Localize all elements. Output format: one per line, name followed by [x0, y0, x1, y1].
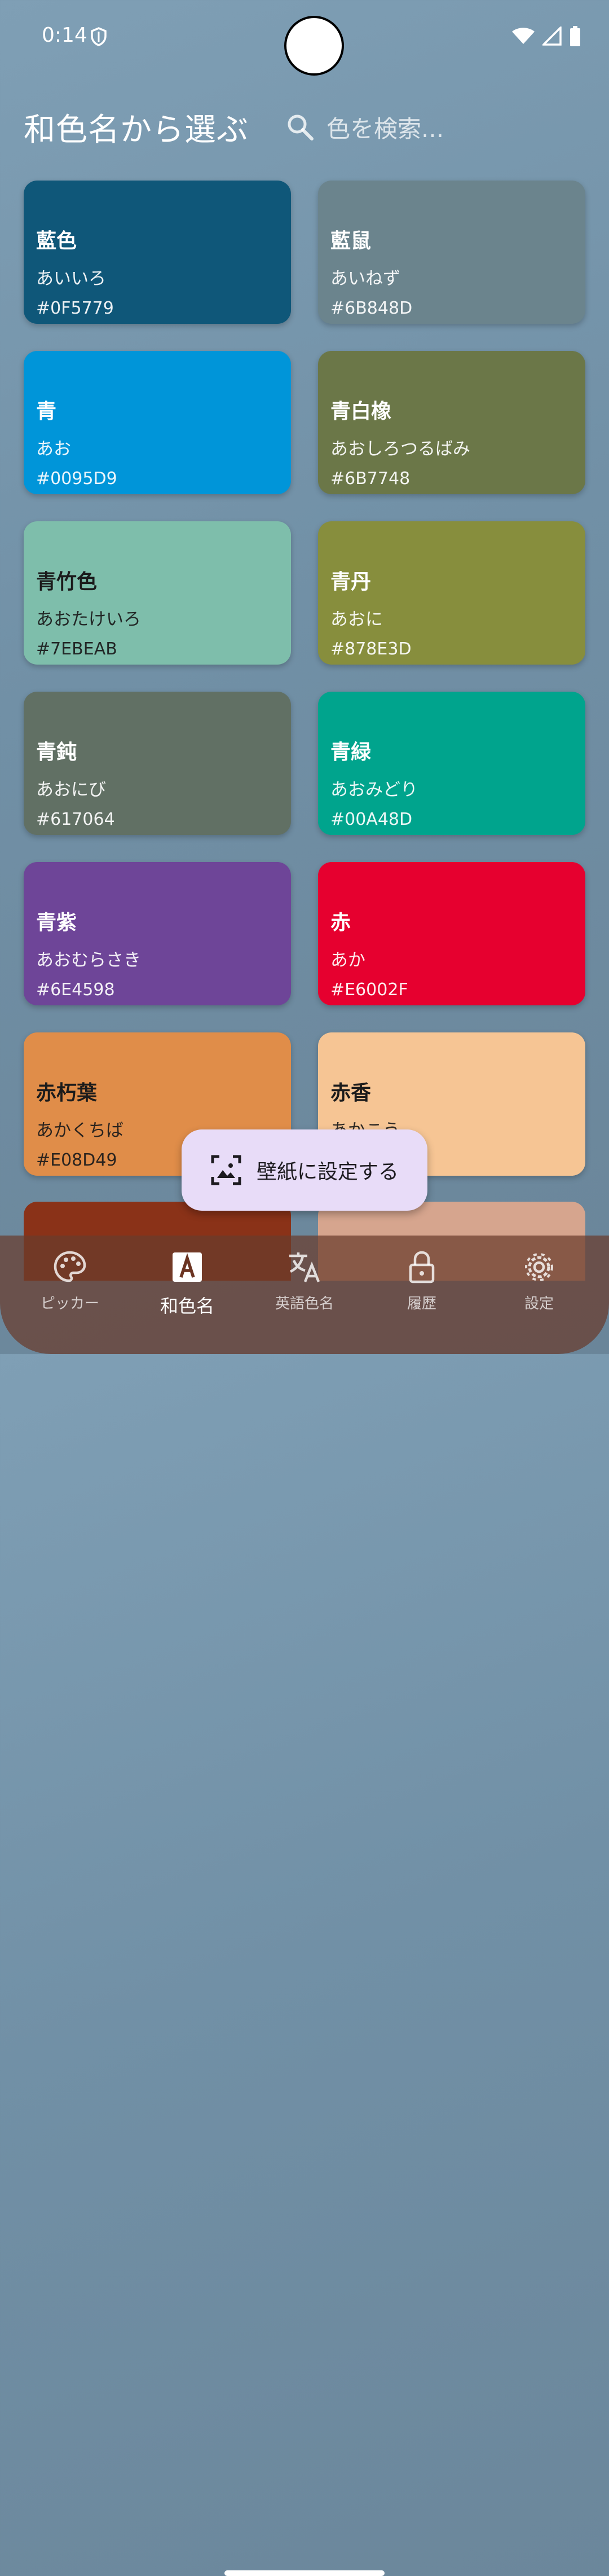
color-name: 藍鼠 [330, 230, 372, 253]
shield-icon [91, 27, 107, 46]
color-grid: 藍色 あいいろ #0F5779 藍鼠 あいねず #6B848D 青 あお #00… [24, 181, 585, 1176]
bottom-navigation: ピッカー 和色名 英語色名 履歴 設定 [0, 1236, 609, 2576]
nav-item-history[interactable]: 履歴 [365, 1249, 478, 1318]
color-card[interactable]: 青 あお #0095D9 [24, 351, 291, 494]
color-kana: あおむらさき [36, 950, 141, 970]
color-hex: #0095D9 [36, 469, 117, 489]
color-name: 青緑 [330, 741, 372, 764]
search-icon [288, 115, 314, 140]
nav-label: 英語色名 [275, 1295, 334, 1312]
color-card[interactable]: 青鈍 あおにび #617064 [24, 692, 291, 835]
color-hex: #6E4598 [36, 980, 115, 1000]
home-indicator[interactable] [224, 2570, 385, 2576]
battery-icon [570, 26, 580, 46]
color-hex: #0F5779 [36, 298, 114, 318]
color-kana: あいねず [330, 269, 400, 289]
color-card[interactable]: 藍鼠 あいねず #6B848D [318, 181, 585, 324]
color-name: 青丹 [330, 570, 372, 594]
nav-item-settings[interactable]: 設定 [483, 1249, 595, 1318]
set-wallpaper-button[interactable]: 壁紙に設定する [182, 1129, 427, 1211]
color-name: 青竹色 [36, 570, 98, 594]
color-card[interactable]: 赤 あか #E6002F [318, 862, 585, 1005]
color-name: 赤 [330, 911, 351, 934]
color-kana: あおしろつるばみ [330, 439, 470, 459]
color-kana: あおにび [36, 780, 106, 800]
lock-icon [409, 1251, 435, 1283]
color-hex: #E6002F [330, 980, 408, 1000]
nav-label: 設定 [524, 1295, 554, 1312]
color-hex: #617064 [36, 810, 115, 829]
signal-icon [542, 27, 562, 46]
color-name: 青白橡 [330, 400, 392, 423]
header: 和色名から選ぶ 色を検索... [24, 96, 585, 158]
color-name: 青紫 [36, 911, 77, 934]
color-name: 藍色 [36, 230, 77, 253]
color-kana: あか [330, 950, 365, 970]
translate-icon [289, 1252, 320, 1282]
set-wallpaper-label: 壁紙に設定する [256, 1160, 399, 1184]
nav-item-english-names[interactable]: 英語色名 [248, 1249, 361, 1318]
status-bar: 0:14 [0, 0, 609, 76]
search-placeholder: 色を検索... [326, 115, 444, 143]
nav-item-picker[interactable]: ピッカー [14, 1249, 126, 1318]
nav-label: ピッカー [40, 1295, 99, 1312]
search-field[interactable]: 色を検索... [286, 110, 444, 144]
nav-label: 履歴 [407, 1295, 436, 1312]
color-card[interactable]: 青白橡 あおしろつるばみ #6B7748 [318, 351, 585, 494]
palette-icon [54, 1251, 86, 1282]
color-kana: あおみどり [330, 780, 418, 800]
color-name: 赤香 [330, 1082, 372, 1105]
color-kana: あいいろ [36, 269, 106, 289]
color-kana: あおたけいろ [36, 609, 141, 630]
color-card[interactable]: 青紫 あおむらさき #6E4598 [24, 862, 291, 1005]
color-name: 青鈍 [36, 741, 77, 764]
color-card[interactable]: 青竹色 あおたけいろ #7EBEAB [24, 521, 291, 665]
color-card[interactable]: 青緑 あおみどり #00A48D [318, 692, 585, 835]
color-name: 赤朽葉 [36, 1082, 98, 1105]
color-card[interactable]: 青丹 あおに #878E3D [318, 521, 585, 665]
color-hex: #00A48D [330, 810, 413, 829]
color-kana: あお [36, 439, 71, 459]
color-hex: #878E3D [330, 639, 412, 659]
color-hex: #6B848D [330, 298, 413, 318]
color-hex: #7EBEAB [36, 639, 117, 659]
color-card[interactable]: 藍色 あいいろ #0F5779 [24, 181, 291, 324]
wallpaper-icon [211, 1155, 241, 1185]
color-kana: あおに [330, 609, 383, 630]
status-time: 0:14 [42, 24, 87, 47]
color-name: 青 [36, 400, 57, 423]
wifi-icon [512, 28, 535, 44]
color-hex: #6B7748 [330, 469, 411, 489]
gear-icon [525, 1253, 553, 1281]
front-camera [284, 16, 344, 76]
page-title: 和色名から選ぶ [24, 111, 249, 148]
nav-item-japanese-names[interactable]: 和色名 [131, 1249, 244, 1318]
nav-label: 和色名 [160, 1295, 214, 1317]
letter-a-icon [173, 1252, 202, 1282]
